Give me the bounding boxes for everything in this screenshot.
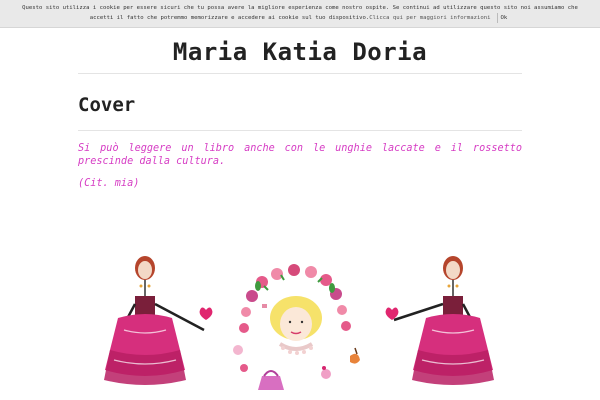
doll-figure-left — [104, 256, 213, 385]
page-title: Cover — [78, 94, 136, 116]
header-divider — [78, 73, 522, 74]
cookie-ok-button[interactable]: Ok — [496, 13, 511, 23]
quote-text: Si può leggere un libro anche con le ung… — [78, 143, 522, 167]
title-divider — [78, 130, 522, 131]
doll-figure-right — [385, 256, 494, 385]
cookie-banner: Questo sito utilizza i cookie per essere… — [0, 0, 600, 28]
cover-illustration — [104, 256, 494, 390]
flower-wreath-portrait — [233, 264, 360, 390]
cookie-more-info-link[interactable]: Clicca qui per maggiori informazioni — [369, 15, 490, 21]
quote-citation: (Cit. mia) — [78, 178, 140, 189]
site-title[interactable]: Maria Katia Doria — [0, 38, 600, 66]
cookie-notice-line2: accetti il fatto che potremmo memorizzar… — [0, 13, 600, 23]
cookie-notice-text: accetti il fatto che potremmo memorizzar… — [89, 15, 370, 21]
cookie-notice-line1: Questo sito utilizza i cookie per essere… — [22, 5, 578, 11]
